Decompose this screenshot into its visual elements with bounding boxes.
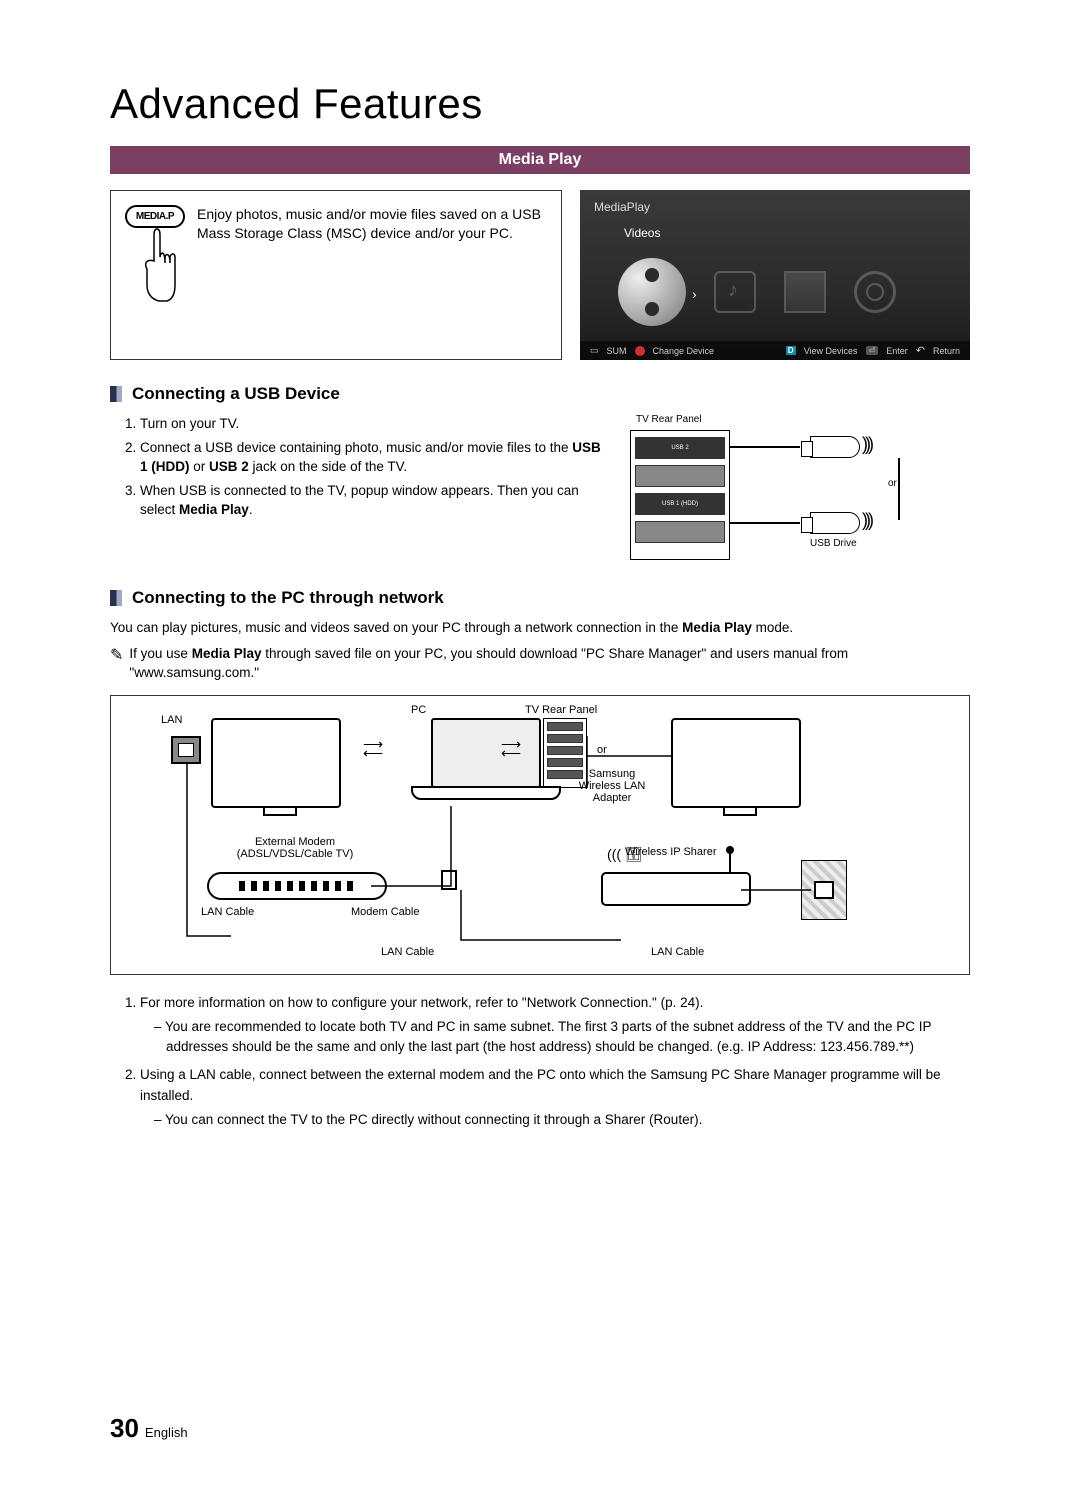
section-bar-media-play: Media Play	[110, 146, 970, 174]
subheading-usb: Connecting a USB Device	[110, 384, 970, 404]
videos-icon	[618, 258, 686, 326]
remote-button-illustration: MEDIA.P	[125, 205, 185, 325]
two-way-arrow-icon: ⟶⟵	[501, 740, 521, 760]
intro-text: Enjoy photos, music and/or movie files s…	[197, 205, 547, 345]
mediap-button-label: MEDIA.P	[125, 205, 185, 228]
wireless-waves-icon: ((( 🗄	[607, 846, 643, 863]
lan-cable-label-2: LAN Cable	[381, 946, 434, 958]
note-pc-share-manager: ✎ If you use Media Play through saved fi…	[110, 644, 970, 683]
wlan-adapter-label: Samsung Wireless LAN Adapter	[577, 768, 647, 804]
tv-app-title: MediaPlay	[594, 200, 650, 214]
blue-d-button-icon: D	[786, 346, 796, 355]
hand-icon	[139, 227, 179, 307]
music-icon	[714, 271, 756, 313]
page-footer: 30 English	[110, 1413, 188, 1444]
tv-shape-2	[671, 718, 801, 808]
network-diagram: LAN PC TV Rear Panel ⟶⟵ ⟶⟵ or Samsung Wi…	[110, 695, 970, 975]
two-way-arrow-icon: ⟶⟵	[363, 740, 383, 760]
page-language: English	[145, 1425, 188, 1440]
return-key-icon: ↶	[916, 344, 925, 357]
usb-drive-label: USB Drive	[810, 538, 857, 549]
page-title: Advanced Features	[110, 80, 970, 128]
ethernet-plug-icon	[441, 870, 457, 890]
tv-rear-panel-label: TV Rear Panel	[636, 414, 702, 425]
lan-cable-label-3: LAN Cable	[651, 946, 704, 958]
usb-step-2: Connect a USB device containing photo, m…	[140, 438, 610, 477]
footer-change-device: Change Device	[653, 346, 715, 356]
port-usb2: USB 2	[635, 437, 725, 459]
network-note-1: For more information on how to configure…	[140, 993, 970, 1058]
subheading-usb-text: Connecting a USB Device	[132, 384, 340, 404]
modem-icon	[207, 872, 387, 900]
usb-step-1: Turn on your TV.	[140, 414, 610, 434]
usb-drive-icon-1	[810, 436, 860, 458]
usb-steps-list: Turn on your TV. Connect a USB device co…	[110, 414, 610, 520]
red-button-icon	[635, 346, 645, 356]
pc-network-intro: You can play pictures, music and videos …	[110, 618, 970, 638]
footer-return: Return	[933, 346, 960, 356]
settings-icon	[854, 271, 896, 313]
usb-drive-icon-2	[810, 512, 860, 534]
tv-selected-category: Videos	[624, 226, 660, 240]
port-optical	[635, 465, 725, 487]
laptop-icon	[411, 718, 561, 808]
page-number: 30	[110, 1413, 139, 1444]
footer-sum: SUM	[607, 346, 627, 356]
usb-step-3: When USB is connected to the TV, popup w…	[140, 481, 610, 520]
enter-key-icon: ⏎	[866, 346, 879, 355]
tv-front-shape	[211, 718, 341, 808]
network-notes-list: For more information on how to configure…	[110, 993, 970, 1131]
footer-enter: Enter	[886, 346, 908, 356]
subheading-square-icon	[110, 590, 122, 606]
note-icon: ✎	[110, 644, 123, 683]
lan-port-icon	[171, 736, 201, 764]
signal-waves-icon: )))	[862, 510, 871, 531]
usb-connection-diagram: TV Rear Panel USB 2 USB 1 (HDD) ))) ))) …	[630, 414, 970, 574]
subheading-pc-network: Connecting to the PC through network	[110, 588, 970, 608]
lan-label: LAN	[161, 714, 182, 726]
chevron-right-icon: ›	[692, 286, 697, 302]
signal-waves-icon: )))	[862, 434, 871, 455]
photos-icon	[784, 271, 826, 313]
or-label: or	[597, 744, 607, 756]
tv-screenshot: MediaPlay Videos › ▭ SUM Change Device D…	[580, 190, 970, 360]
lan-cable-label-1: LAN Cable	[201, 906, 254, 918]
port-hdmi	[635, 521, 725, 543]
intro-panel: MEDIA.P Enjoy photos, music and/or movie…	[110, 190, 562, 360]
or-label: or	[888, 478, 897, 489]
wall-jack-icon	[801, 860, 847, 920]
external-modem-label: External Modem(ADSL/VDSL/Cable TV)	[225, 836, 365, 860]
footer-view-devices: View Devices	[804, 346, 858, 356]
network-note-2: Using a LAN cable, connect between the e…	[140, 1065, 970, 1130]
subheading-square-icon	[110, 386, 122, 402]
port-usb1-hdd: USB 1 (HDD)	[635, 493, 725, 515]
tv-rear-panel-box: USB 2 USB 1 (HDD)	[630, 430, 730, 560]
tv-footer-bar: ▭ SUM Change Device D View Devices ⏎ Ent…	[580, 341, 970, 360]
tv-rear-label: TV Rear Panel	[525, 704, 597, 716]
subheading-pc-network-text: Connecting to the PC through network	[132, 588, 444, 608]
pc-label: PC	[411, 704, 426, 716]
router-icon	[601, 872, 751, 906]
modem-cable-label: Modem Cable	[351, 906, 419, 918]
